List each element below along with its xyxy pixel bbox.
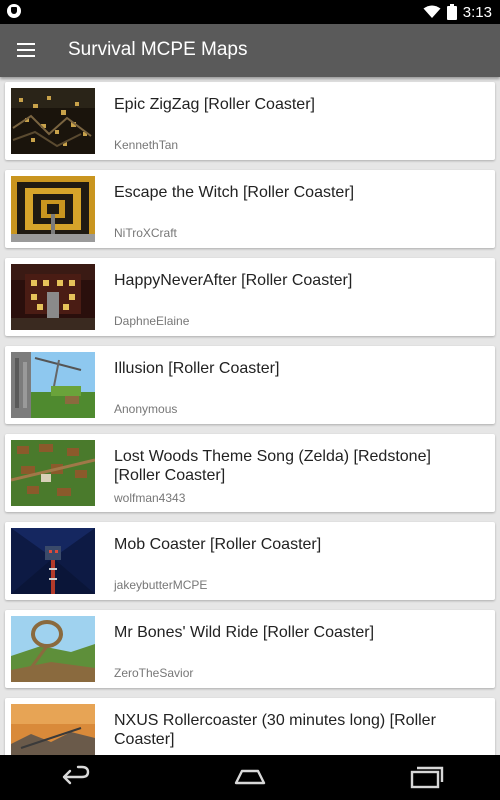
map-card[interactable]: Mob Coaster [Roller Coaster] jakeybutter…	[5, 522, 495, 600]
map-title: Illusion [Roller Coaster]	[114, 360, 280, 377]
map-author: DaphneElaine	[114, 314, 190, 328]
map-thumbnail	[11, 704, 95, 755]
map-author: wolfman4343	[114, 491, 186, 505]
home-icon[interactable]	[230, 763, 270, 791]
map-title: Mr Bones' Wild Ride [Roller Coaster]	[114, 624, 375, 641]
app-bar: Survival MCPE Maps	[0, 24, 500, 77]
map-thumbnail	[11, 88, 95, 154]
battery-icon	[446, 4, 457, 20]
map-list[interactable]: Epic ZigZag [Roller Coaster] KennethTan …	[0, 77, 500, 755]
status-bar: 3:13	[0, 0, 500, 24]
map-thumbnail	[11, 440, 95, 506]
app-title: Survival MCPE Maps	[68, 39, 248, 60]
map-card[interactable]: Mr Bones' Wild Ride [Roller Coaster] Zer…	[5, 610, 495, 688]
recents-icon[interactable]	[406, 763, 446, 791]
status-icons: 3:13	[423, 0, 492, 24]
map-title: HappyNeverAfter [Roller Coaster]	[114, 272, 353, 289]
map-title: Lost Woods Theme Song (Zelda) [Redstone]…	[114, 448, 431, 484]
app-notification-icon	[7, 4, 21, 18]
hamburger-menu-icon[interactable]	[15, 39, 37, 61]
map-title: Mob Coaster [Roller Coaster]	[114, 536, 322, 553]
map-thumbnail	[11, 264, 95, 330]
back-icon[interactable]	[56, 763, 96, 791]
map-card[interactable]: NXUS Rollercoaster (30 minutes long) [Ro…	[5, 698, 495, 755]
map-author: KennethTan	[114, 138, 179, 152]
map-card[interactable]: Lost Woods Theme Song (Zelda) [Redstone]…	[5, 434, 495, 512]
map-author: NiTroXCraft	[114, 226, 177, 240]
map-thumbnail	[11, 352, 95, 418]
map-card[interactable]: HappyNeverAfter [Roller Coaster] DaphneE…	[5, 258, 495, 336]
status-time: 3:13	[462, 3, 492, 21]
map-card[interactable]: Escape the Witch [Roller Coaster] NiTroX…	[5, 170, 495, 248]
map-author: ZeroTheSavior	[114, 666, 194, 680]
map-title: Escape the Witch [Roller Coaster]	[114, 184, 355, 201]
map-thumbnail	[11, 176, 95, 242]
map-title: Epic ZigZag [Roller Coaster]	[114, 96, 315, 113]
navigation-bar	[0, 755, 500, 800]
map-thumbnail	[11, 528, 95, 594]
map-card[interactable]: Illusion [Roller Coaster] Anonymous	[5, 346, 495, 424]
map-title: NXUS Rollercoaster (30 minutes long) [Ro…	[114, 712, 436, 748]
map-thumbnail	[11, 616, 95, 682]
map-author: jakeybutterMCPE	[114, 578, 208, 592]
map-author: Anonymous	[114, 402, 178, 416]
wifi-icon	[423, 5, 441, 18]
map-card[interactable]: Epic ZigZag [Roller Coaster] KennethTan	[5, 82, 495, 160]
